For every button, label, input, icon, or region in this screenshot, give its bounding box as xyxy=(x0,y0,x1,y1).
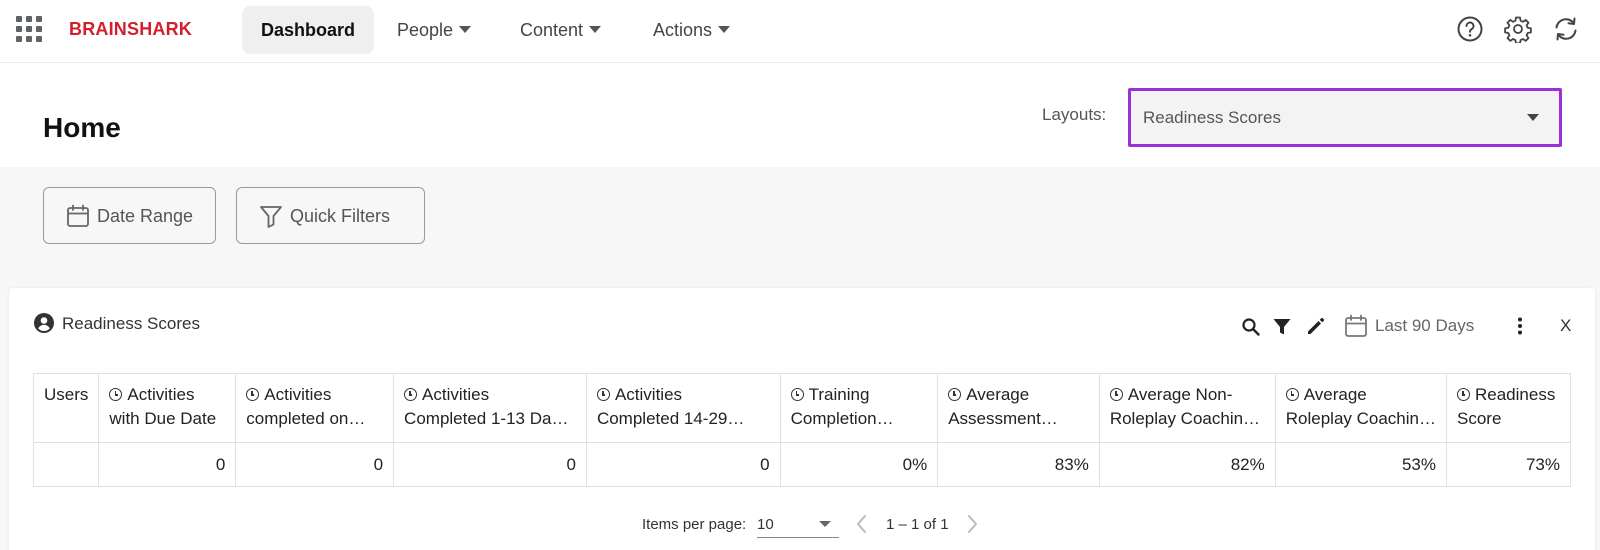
page-size-select[interactable]: 10 xyxy=(757,510,839,538)
layout-select-value: Readiness Scores xyxy=(1143,108,1281,127)
column-header-label: Readiness xyxy=(1475,385,1556,404)
clock-icon xyxy=(1109,388,1123,401)
column-header-label: Activities xyxy=(614,385,683,404)
calendar-icon xyxy=(67,204,89,227)
column-header[interactable]: Activities Completed 1-13 Da… xyxy=(393,373,587,443)
table-row: 0 0 0 0 0% 83% 82% 53% 73% xyxy=(32,442,1571,487)
layouts-label: Layouts: xyxy=(1042,105,1107,124)
column-header-label: Activities xyxy=(264,385,332,404)
edit-icon[interactable] xyxy=(1306,316,1326,336)
date-range-button[interactable]: Date Range xyxy=(43,187,216,244)
column-header-label: Roleplay Coachin… xyxy=(1109,409,1261,428)
column-header-label: Users xyxy=(44,385,89,404)
table-cell: 53% xyxy=(1274,442,1448,487)
clock-icon xyxy=(1285,388,1299,401)
nav-content-label: Content xyxy=(520,20,584,40)
top-nav: BRAINSHARK Dashboard People Content Acti… xyxy=(0,0,1600,63)
layout-select[interactable]: Readiness Scores xyxy=(1128,88,1562,147)
table-cell xyxy=(32,442,100,487)
chevron-down-icon xyxy=(1527,114,1539,121)
column-header-label: completed on… xyxy=(246,409,366,428)
page-size-value: 10 xyxy=(757,516,774,533)
date-range-label: Date Range xyxy=(97,206,194,226)
filter-icon[interactable] xyxy=(1272,317,1292,337)
table-cell: 0% xyxy=(779,442,939,487)
nav-people[interactable]: People xyxy=(378,6,490,54)
page-range-label: 1 – 1 of 1 xyxy=(886,516,949,533)
table-cell: 0 xyxy=(235,442,395,487)
nav-dashboard-label: Dashboard xyxy=(261,20,356,40)
column-header-label: Assessment… xyxy=(948,409,1058,428)
column-header-label: Average xyxy=(1303,385,1367,404)
clock-icon xyxy=(246,388,260,401)
brainshark-logo[interactable]: BRAINSHARK xyxy=(69,19,192,40)
column-header[interactable]: Average Roleplay Coachin… xyxy=(1274,373,1448,443)
chevron-down-icon xyxy=(589,25,602,33)
column-header-label: Roleplay Coachin… xyxy=(1285,409,1436,428)
quick-filters-button[interactable]: Quick Filters xyxy=(236,187,425,244)
more-vertical-icon[interactable] xyxy=(1513,316,1527,336)
column-header[interactable]: Training Completion… xyxy=(779,373,939,443)
chevron-down-icon xyxy=(459,25,472,33)
column-header[interactable]: Activities completed on… xyxy=(235,373,395,443)
nav-actions[interactable]: Actions xyxy=(634,6,749,54)
column-header-label: Completed 14-29… xyxy=(596,409,745,428)
table-cell: 0 xyxy=(98,442,237,487)
column-header[interactable]: Average Assessment… xyxy=(937,373,1100,443)
column-header[interactable]: Activities with Due Date xyxy=(98,373,237,443)
search-icon[interactable] xyxy=(1241,317,1261,337)
column-header-label: Score xyxy=(1457,409,1502,428)
nav-people-label: People xyxy=(397,20,454,40)
funnel-icon xyxy=(260,206,282,228)
clock-icon xyxy=(948,388,962,401)
column-header-label: Average Non- xyxy=(1127,385,1233,404)
column-header-label: Activities xyxy=(422,385,490,404)
table-cell: 0 xyxy=(585,442,781,487)
clock-icon xyxy=(404,388,418,401)
settings-icon[interactable] xyxy=(1504,15,1532,43)
column-header[interactable]: Activities Completed 14-29… xyxy=(585,373,781,443)
column-header[interactable]: Average Non- Roleplay Coachin… xyxy=(1098,373,1276,443)
column-header-label: Average xyxy=(966,385,1030,404)
table-cell: 83% xyxy=(937,442,1100,487)
column-header-label: Training xyxy=(808,385,870,404)
nav-actions-label: Actions xyxy=(653,20,713,40)
nav-content[interactable]: Content xyxy=(501,6,620,54)
previous-page-icon[interactable] xyxy=(852,513,872,535)
app-launcher-icon[interactable] xyxy=(16,16,42,42)
items-per-page-label: Items per page: xyxy=(642,516,747,533)
column-header-label: Completion… xyxy=(790,409,894,428)
column-header-label: Completed 1-13 Da… xyxy=(404,409,569,428)
calendar-icon[interactable] xyxy=(1344,314,1368,338)
column-header-label: Activities xyxy=(127,385,195,404)
table-header-row: Users Activities with Due Date Activities… xyxy=(32,373,1571,443)
page-title: Home xyxy=(43,112,121,143)
date-filter-label[interactable]: Last 90 Days xyxy=(1375,316,1474,336)
table-cell: 73% xyxy=(1446,442,1571,487)
clock-icon xyxy=(596,388,610,401)
clock-icon xyxy=(790,388,804,401)
column-header[interactable]: Users xyxy=(32,373,100,443)
readiness-table: Users Activities with Due Date Activities… xyxy=(32,373,1571,487)
clock-icon xyxy=(109,388,123,401)
table-cell: 0 xyxy=(393,442,587,487)
close-button[interactable]: X xyxy=(1560,316,1571,336)
quick-filters-label: Quick Filters xyxy=(290,206,391,226)
table-cell: 82% xyxy=(1098,442,1276,487)
nav-dashboard[interactable]: Dashboard xyxy=(242,6,375,54)
user-icon xyxy=(34,313,54,333)
column-header[interactable]: Readiness Score xyxy=(1446,373,1571,443)
card-title: Readiness Scores xyxy=(62,314,200,333)
column-header-label: with Due Date xyxy=(109,409,217,428)
sync-icon[interactable] xyxy=(1552,15,1580,43)
chevron-down-icon xyxy=(718,25,731,33)
next-page-icon[interactable] xyxy=(962,513,982,535)
help-icon[interactable] xyxy=(1456,15,1484,43)
clock-icon xyxy=(1457,388,1470,401)
chevron-down-icon xyxy=(819,521,831,527)
